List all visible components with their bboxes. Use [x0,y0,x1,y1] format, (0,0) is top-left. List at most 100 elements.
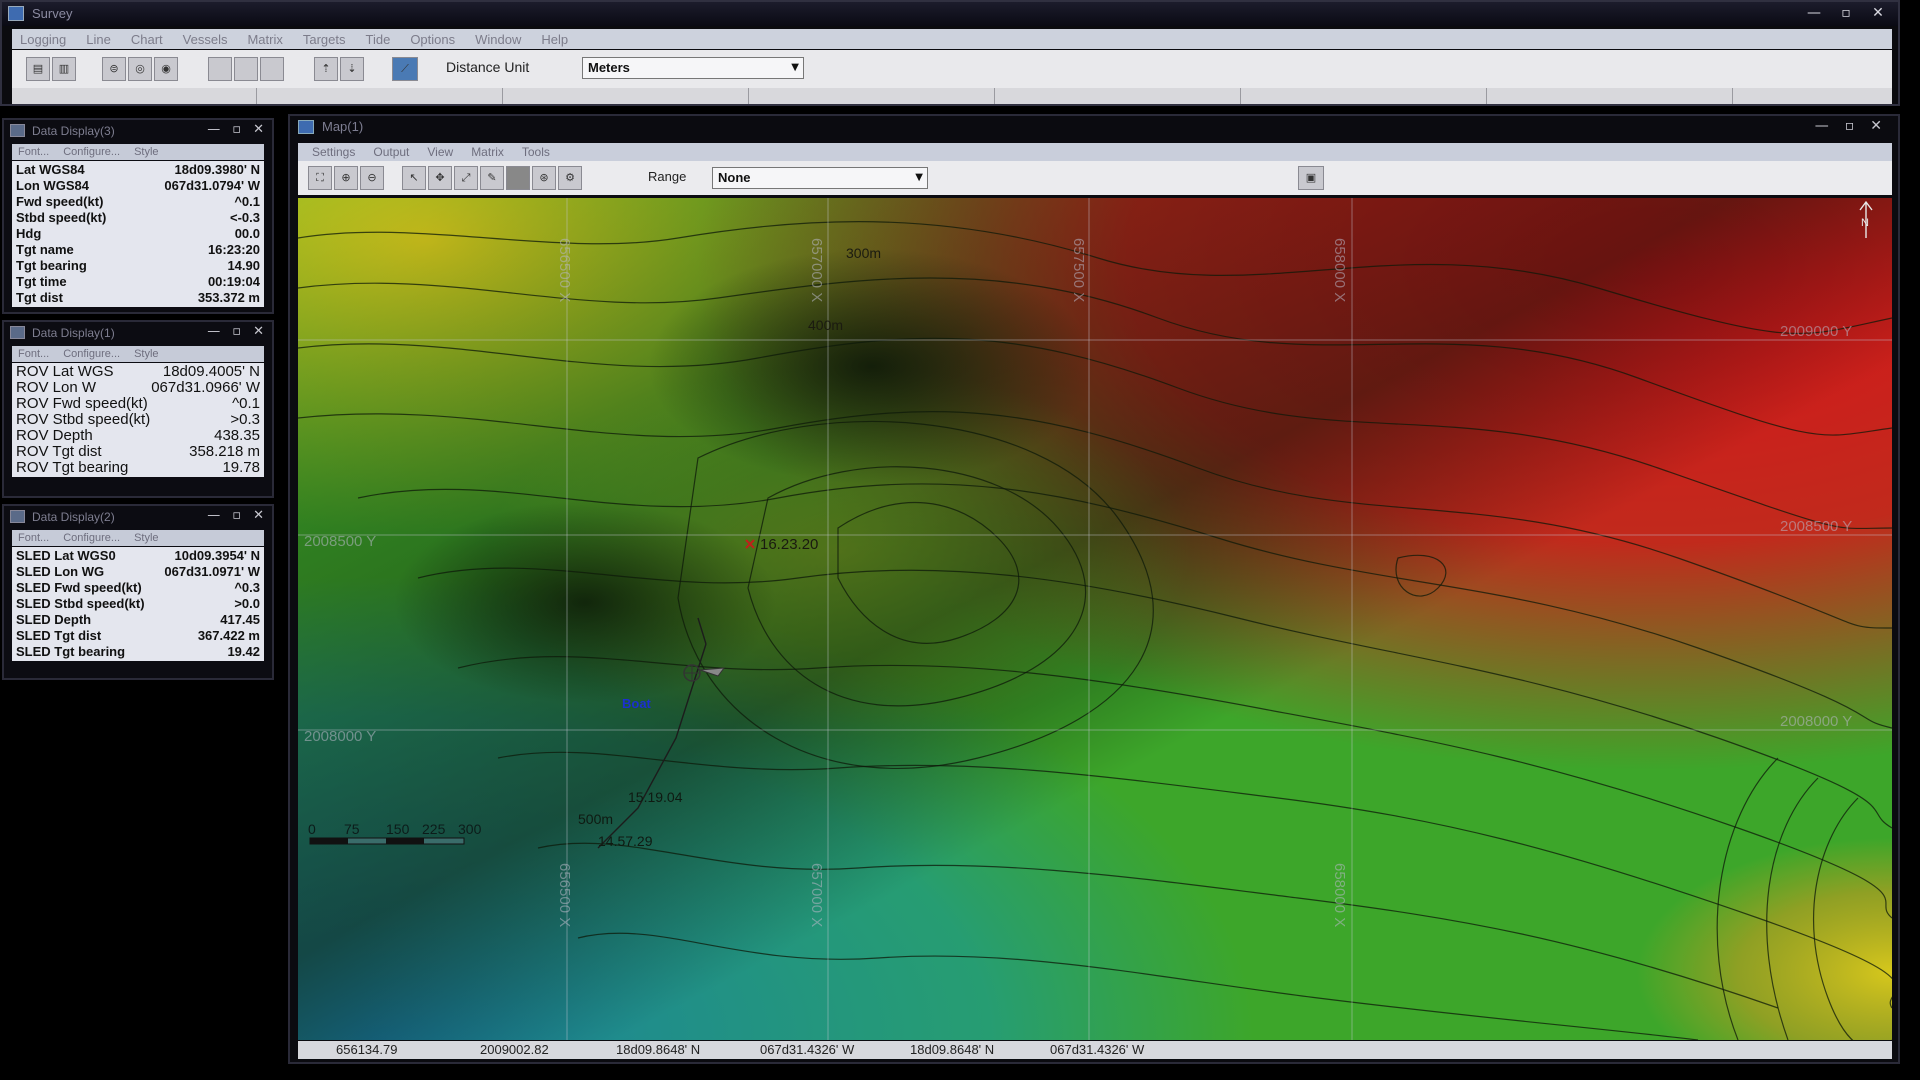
menu-style[interactable]: Style [134,530,158,546]
close-icon[interactable]: ✕ [253,120,264,140]
chevron-down-icon: ▼ [915,172,923,183]
row-value: <-0.3 [230,210,260,225]
grid-y-label: 2008000 Y [304,728,376,745]
grid-y-label: 2008500 Y [1780,518,1852,535]
data-row: Hdg 00.0 [16,226,260,242]
data-row: SLED Stbd speed(kt) >0.0 [16,596,260,612]
menu-settings[interactable]: Settings [312,143,355,161]
menu-matrix[interactable]: Matrix [471,143,504,161]
minimize-icon[interactable]: — [207,322,220,342]
menu-style[interactable]: Style [134,144,158,160]
tide-icon[interactable]: ⇡ [314,57,338,81]
menu-help[interactable]: Help [541,32,568,47]
row-value: 367.422 m [197,628,260,643]
tide-down-icon[interactable]: ⇣ [340,57,364,81]
target-icon[interactable]: ⊛ [532,166,556,190]
menu-configure[interactable]: Configure... [63,346,120,362]
track-time-label: 15.19.04 [628,789,683,805]
menu-window[interactable]: Window [475,32,521,47]
map-title[interactable]: Map(1) [290,116,1898,138]
vessel-icon[interactable]: ⊜ [102,57,126,81]
pointer-icon[interactable]: ↖ [402,166,426,190]
menu-font[interactable]: Font... [18,530,49,546]
scale-tick-label: 150 [386,821,410,837]
range-select[interactable]: None ▼ [712,167,928,189]
layer-icon[interactable] [506,166,530,190]
zoom-out-icon[interactable]: ⊖ [360,166,384,190]
maximize-icon[interactable]: ▫ [232,506,241,526]
menu-tools[interactable]: Tools [522,143,550,161]
window-2-icon[interactable] [234,57,258,81]
menu-matrix[interactable]: Matrix [247,32,282,47]
target-list-icon[interactable]: ◉ [154,57,178,81]
minimize-icon[interactable]: — [207,120,220,140]
menu-tide[interactable]: Tide [366,32,391,47]
data-row: ROV Tgt bearing 19.78 [16,460,260,476]
menu-font[interactable]: Font... [18,144,49,160]
data-display-2-menu: Font... Configure... Style [12,530,264,546]
data-display-1-window: Data Display(1) — ▫ ✕ Font... Configure.… [2,320,274,498]
maximize-icon[interactable]: ▫ [232,120,241,140]
maximize-icon[interactable]: ▫ [232,322,241,342]
row-label: Stbd speed(kt) [16,210,107,225]
row-value: 438.35 [214,428,260,444]
window-3-icon[interactable] [260,57,284,81]
close-icon[interactable]: ✕ [1870,116,1882,136]
settings-icon[interactable]: ⚙ [558,166,582,190]
survey-title: Survey [32,6,73,21]
data-row: SLED Lat WGS0 10d09.3954' N [16,548,260,564]
data-row: Lon WGS84 067d31.0794' W [16,178,260,194]
close-icon[interactable]: ✕ [253,506,264,526]
distance-unit-value: Meters [588,60,630,75]
distance-unit-select[interactable]: Meters ▼ [582,57,804,79]
row-label: SLED Fwd speed(kt) [16,580,142,595]
map-toolbar: ⛶ ⊕ ⊖ ↖ ✥ ⤢ ✎ ⊛ ⚙ Range None ▼ ▣ [298,161,1892,195]
menu-configure[interactable]: Configure... [63,144,120,160]
row-value: 067d31.0794' W [164,178,260,193]
minimize-icon[interactable]: — [1815,116,1829,136]
row-label: SLED Lat WGS0 [16,548,116,563]
menu-options[interactable]: Options [410,32,455,47]
minimize-icon[interactable]: — [207,506,220,526]
target-label: 16.23.20 [760,536,818,553]
maximize-icon[interactable]: ▫ [1832,4,1860,24]
chart-icon[interactable]: ⟋ [392,57,418,81]
zoom-extent-icon[interactable]: ⛶ [308,166,332,190]
zoom-in-icon[interactable]: ⊕ [334,166,358,190]
data-row: SLED Tgt dist 367.422 m [16,628,260,644]
row-label: ROV Stbd speed(kt) [16,412,151,428]
export-icon[interactable]: ▣ [1298,166,1324,190]
row-label: Tgt bearing [16,258,87,273]
data-display-3-menu: Font... Configure... Style [12,144,264,160]
row-value: ^0.1 [234,194,260,209]
menu-vessels[interactable]: Vessels [183,32,228,47]
bathymetry-map[interactable]: 656500 X 657000 X 657500 X 658000 X 6565… [298,198,1892,1040]
menu-chart[interactable]: Chart [131,32,163,47]
draw-icon[interactable]: ✎ [480,166,504,190]
survey-titlebar[interactable]: Survey — ▫ ✕ [2,2,1898,26]
record-icon[interactable]: ▥ [52,57,76,81]
survey-app-icon [8,6,24,21]
target-icon[interactable]: ◎ [128,57,152,81]
menu-style[interactable]: Style [134,346,158,362]
window-icon[interactable] [208,57,232,81]
close-icon[interactable]: ✕ [253,322,264,342]
pan-icon[interactable]: ✥ [428,166,452,190]
maximize-icon[interactable]: ▫ [1845,116,1855,136]
row-label: ROV Tgt bearing [16,460,129,476]
row-value: 067d31.0966' W [151,380,260,396]
status-latitude-2: 18d09.8648' N [910,1042,995,1057]
measure-icon[interactable]: ⤢ [454,166,478,190]
menu-view[interactable]: View [427,143,453,161]
menu-configure[interactable]: Configure... [63,530,120,546]
minimize-icon[interactable]: — [1800,4,1828,24]
logging-icon[interactable]: ▤ [26,57,50,81]
menu-logging[interactable]: Logging [20,32,66,47]
data-row: ROV Lon W 067d31.0966' W [16,380,260,396]
close-icon[interactable]: ✕ [1864,4,1892,24]
menu-output[interactable]: Output [373,143,409,161]
range-value: None [718,170,751,185]
menu-font[interactable]: Font... [18,346,49,362]
menu-targets[interactable]: Targets [303,32,346,47]
menu-line[interactable]: Line [86,32,111,47]
